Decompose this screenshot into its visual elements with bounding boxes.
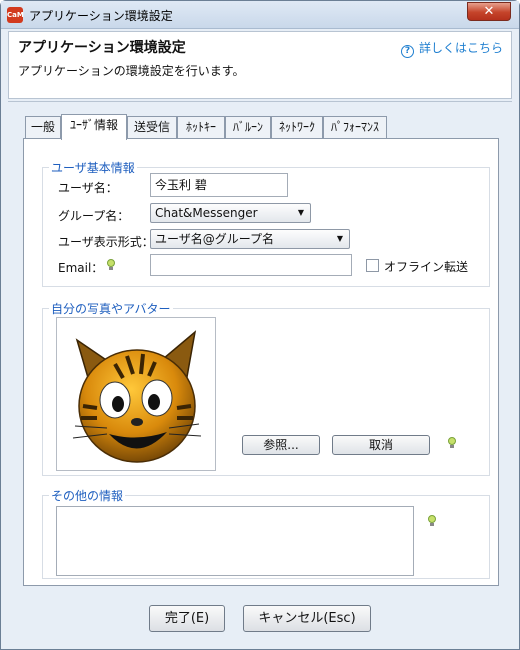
help-link-label: 詳しくはこちら: [418, 41, 503, 55]
help-link[interactable]: ? 詳しくはこちら: [400, 39, 503, 58]
tab-performance[interactable]: ﾊﾟﾌｫｰﾏﾝｽ: [323, 116, 387, 139]
title-bar[interactable]: CaM アプリケーション環境設定 ✕: [1, 1, 519, 29]
lightbulb-icon: [428, 515, 436, 526]
avatar-image: [56, 317, 216, 471]
display-format-value: ユーザ名@グループ名: [155, 232, 275, 246]
other-info-textarea[interactable]: [56, 506, 414, 576]
header-panel: アプリケーション環境設定 アプリケーションの環境設定を行います。 ? 詳しくはこち…: [8, 31, 512, 99]
username-label: ユーザ名：: [58, 181, 118, 195]
ok-button[interactable]: 完了(E): [149, 605, 225, 632]
display-format-select[interactable]: ユーザ名@グループ名 ▼: [150, 229, 350, 249]
browse-button[interactable]: 参照...: [242, 435, 320, 455]
tab-balloon[interactable]: ﾊﾞﾙｰﾝ: [225, 116, 271, 139]
group-label: グループ名：: [58, 209, 130, 223]
username-field[interactable]: 今玉利 碧: [150, 173, 288, 197]
window-title: アプリケーション環境設定: [29, 9, 173, 23]
page-description: アプリケーションの環境設定を行います。: [18, 64, 245, 78]
close-button[interactable]: ✕: [467, 2, 511, 21]
page-title: アプリケーション環境設定: [18, 40, 186, 56]
tab-network[interactable]: ﾈｯﾄﾜｰｸ: [271, 116, 323, 139]
header-divider: [8, 101, 512, 102]
display-format-label: ユーザ表示形式：: [58, 235, 154, 249]
email-field[interactable]: [150, 254, 352, 276]
app-icon: CaM: [7, 7, 24, 23]
cat-avatar-icon: [72, 330, 202, 463]
user-info-panel: ユーザ基本情報 ユーザ名： 今玉利 碧 グループ名： Chat&Messenge…: [23, 138, 499, 586]
offline-forward-checkbox[interactable]: [366, 259, 379, 272]
email-label: Email：: [58, 261, 104, 275]
tab-general[interactable]: 一般: [25, 116, 61, 139]
remove-avatar-button[interactable]: 取消: [332, 435, 430, 455]
lightbulb-icon: [107, 259, 115, 270]
help-icon: ?: [400, 45, 414, 58]
offline-forward-label: オフライン転送: [384, 260, 469, 274]
basic-info-title: ユーザ基本情報: [49, 159, 137, 176]
chevron-down-icon: ▼: [336, 234, 343, 243]
group-select[interactable]: Chat&Messenger ▼: [150, 203, 311, 223]
settings-window: CaM アプリケーション環境設定 ✕ アプリケーション環境設定 アプリケーション…: [0, 0, 520, 650]
tab-user-info[interactable]: ﾕｰｻﾞ情報: [61, 114, 127, 140]
cancel-button[interactable]: キャンセル(Esc): [243, 605, 371, 632]
tab-send-receive[interactable]: 送受信: [127, 116, 177, 139]
chevron-down-icon: ▼: [297, 208, 304, 217]
tab-hotkey[interactable]: ﾎｯﾄｷｰ: [177, 116, 225, 139]
group-select-value: Chat&Messenger: [155, 206, 258, 220]
other-info-title: その他の情報: [49, 487, 126, 504]
lightbulb-icon: [448, 437, 456, 448]
avatar-group-title: 自分の写真やアバター: [49, 300, 173, 317]
